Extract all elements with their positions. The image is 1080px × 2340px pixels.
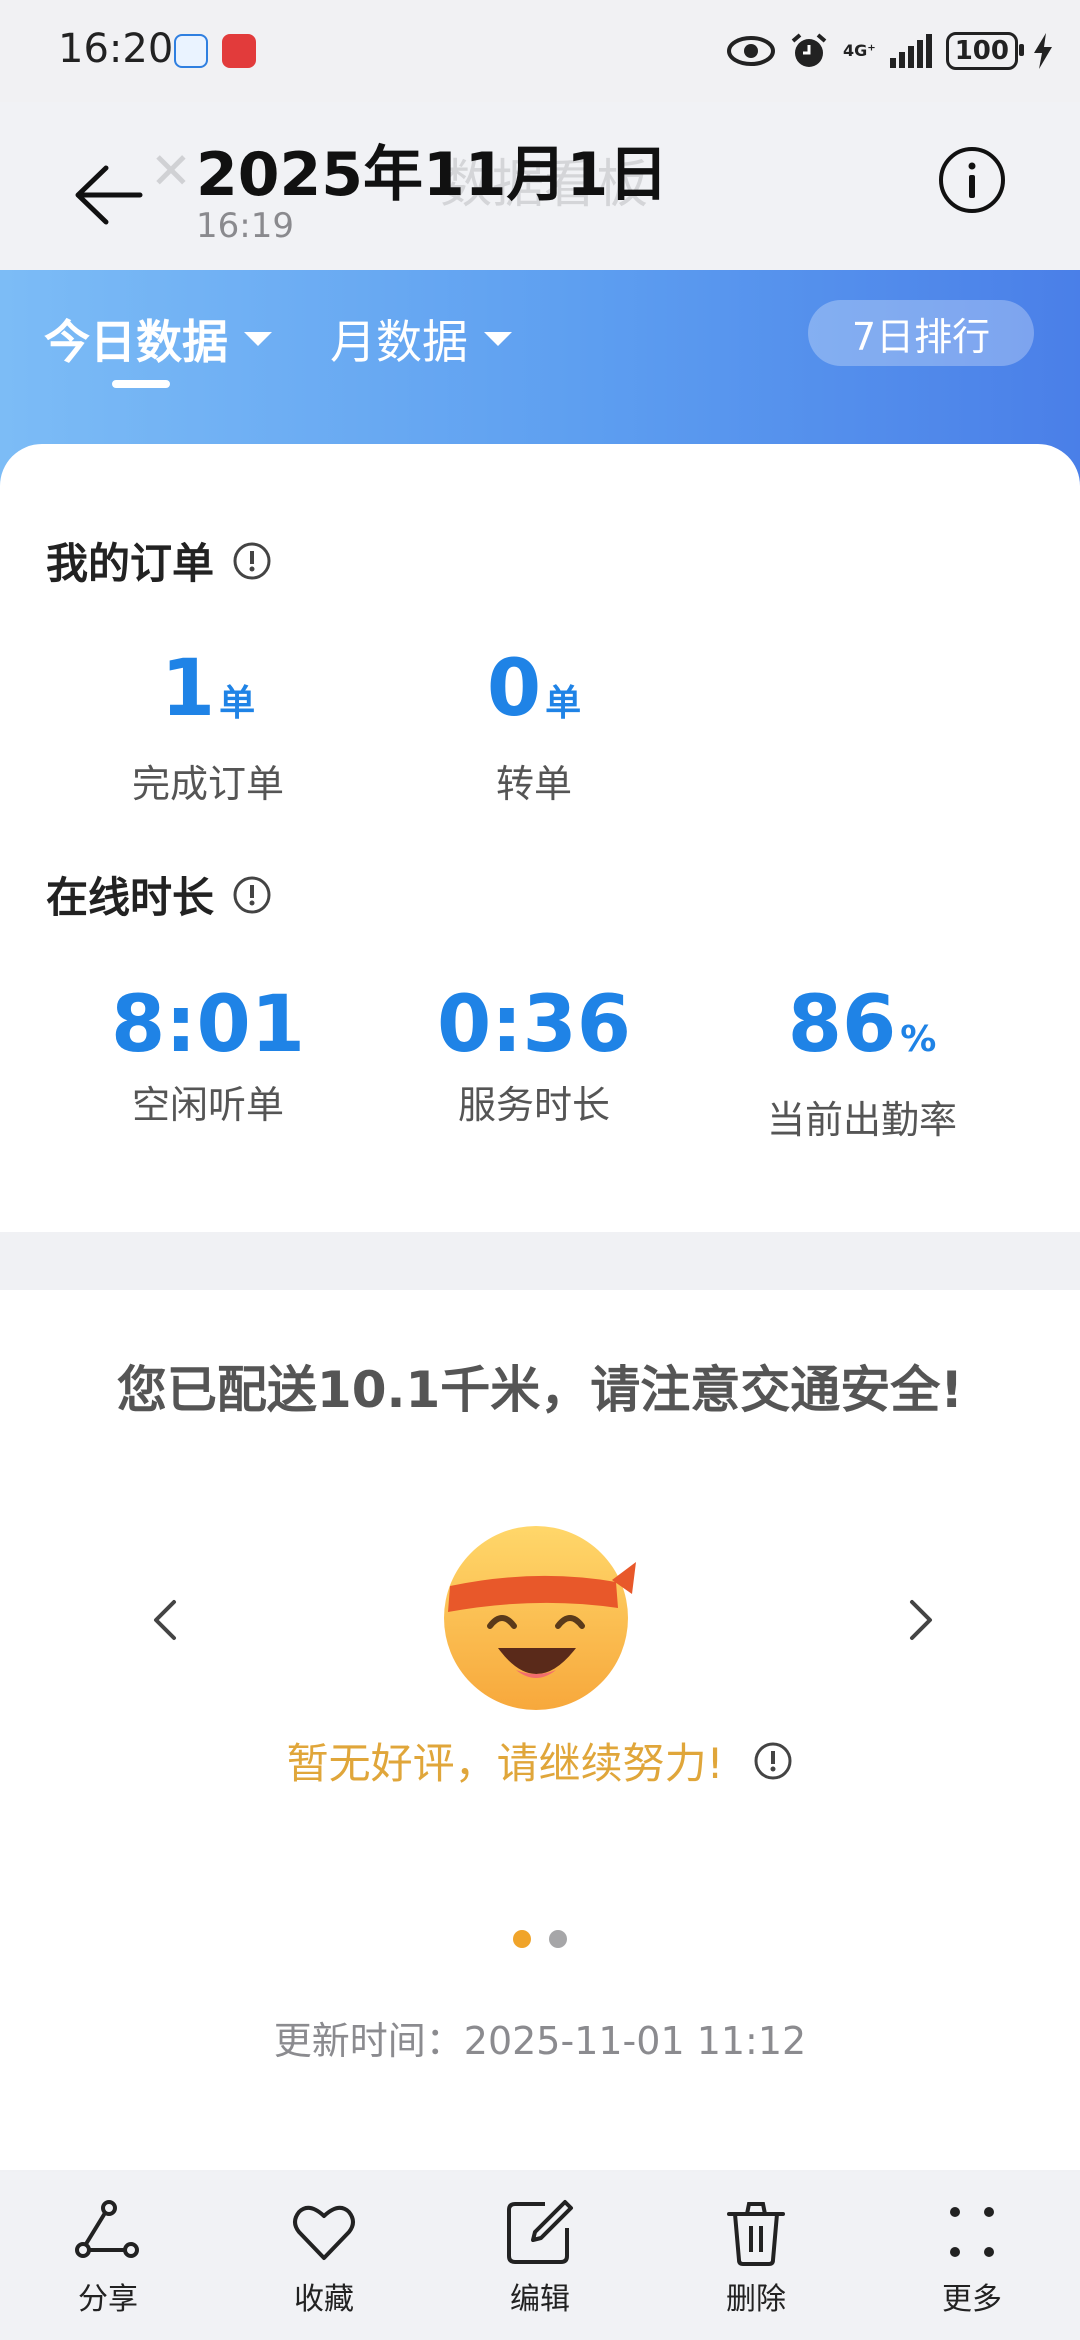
status-indicators: 4G⁺ 100 bbox=[727, 24, 1054, 78]
pagination-dot[interactable] bbox=[549, 1930, 567, 1948]
orders-section-title: 我的订单 bbox=[46, 530, 272, 591]
stat-label: 当前出勤率 bbox=[766, 1098, 957, 1142]
tab-month-label: 月数据 bbox=[330, 315, 468, 369]
stat-label: 完成订单 bbox=[131, 762, 284, 806]
tab-today-data[interactable]: 今日数据 bbox=[44, 306, 272, 372]
exclamation-info-icon[interactable] bbox=[232, 541, 272, 581]
no-review-text: 暂无好评，请继续努力! bbox=[286, 1739, 724, 1788]
stat-label: 空闲听单 bbox=[131, 1083, 284, 1127]
status-bar: 16:20 4G⁺ 100 bbox=[0, 0, 1080, 102]
stat-value: 0 bbox=[486, 644, 542, 734]
network-type: 4G⁺ bbox=[843, 41, 876, 60]
distance-message: 您已配送10.1千米，请注意交通安全! bbox=[116, 1361, 964, 1419]
active-tab-indicator bbox=[112, 380, 170, 388]
chevron-right-icon[interactable] bbox=[896, 1590, 946, 1650]
battery-indicator: 100 bbox=[945, 32, 1025, 70]
carousel-pagination bbox=[0, 1930, 1080, 1948]
stat-value: 1 bbox=[160, 644, 216, 734]
stat-unit: 单 bbox=[545, 683, 582, 724]
stat-idle-listening: 8:01 空闲听单 bbox=[58, 980, 358, 1129]
stat-transferred-orders: 0单 转单 bbox=[384, 644, 684, 808]
info-icon[interactable] bbox=[936, 144, 1008, 216]
stat-attendance-rate: 86% 当前出勤率 bbox=[712, 980, 1012, 1144]
stat-value: 8:01 bbox=[110, 980, 305, 1070]
trash-icon bbox=[727, 2202, 785, 2266]
tab-today-label: 今日数据 bbox=[44, 315, 228, 369]
back-arrow-icon[interactable] bbox=[58, 150, 158, 240]
more-button[interactable]: 更多 bbox=[864, 2172, 1080, 2340]
online-title: 在线时长 bbox=[46, 873, 215, 922]
stat-label: 服务时长 bbox=[457, 1083, 610, 1127]
page-subtitle-time: 16:19 bbox=[196, 206, 294, 246]
pagination-dot-active[interactable] bbox=[513, 1930, 531, 1948]
share-label: 分享 bbox=[78, 2282, 138, 2317]
stat-unit: % bbox=[900, 1019, 937, 1060]
page-title: 2025年11月1日 bbox=[196, 140, 669, 210]
smiling-face-headband-icon bbox=[444, 1526, 636, 1710]
alarm-icon bbox=[791, 33, 827, 67]
delivery-card: 您已配送10.1千米，请注意交通安全! 暂无好评，请继续努力! 更新时间：202… bbox=[0, 1290, 1080, 2170]
eye-icon bbox=[727, 36, 775, 66]
edit-button[interactable]: 编辑 bbox=[432, 2172, 648, 2340]
chevron-down-icon bbox=[244, 332, 272, 346]
huawei-app-icon bbox=[222, 34, 256, 68]
app-notification-icon bbox=[174, 34, 208, 68]
stats-card: 我的订单 1单 完成订单 0单 转单 在线时长 8:01 空闲听单 0:36 服… bbox=[0, 444, 1080, 1232]
update-time: 更新时间：2025-11-01 11:12 bbox=[273, 2019, 807, 2063]
seven-day-rank-button[interactable]: 7日排行 bbox=[808, 300, 1034, 366]
stat-unit: 单 bbox=[219, 683, 256, 724]
signal-icon bbox=[889, 34, 932, 68]
tab-month-data[interactable]: 月数据 bbox=[330, 306, 512, 372]
favorite-button[interactable]: 收藏 bbox=[216, 2172, 432, 2340]
no-review-row: 暂无好评，请继续努力! bbox=[0, 1730, 1080, 1791]
share-button[interactable]: 分享 bbox=[0, 2172, 216, 2340]
favorite-label: 收藏 bbox=[294, 2282, 354, 2317]
edit-icon bbox=[507, 2200, 573, 2264]
more-icon bbox=[950, 2207, 994, 2257]
stat-completed-orders: 1单 完成订单 bbox=[58, 644, 358, 808]
stat-label: 转单 bbox=[495, 762, 572, 806]
orders-title: 我的订单 bbox=[46, 539, 215, 588]
stat-service-duration: 0:36 服务时长 bbox=[384, 980, 684, 1129]
delete-label: 删除 bbox=[726, 2282, 786, 2317]
stat-value: 0:36 bbox=[436, 980, 631, 1070]
share-icon bbox=[75, 2200, 139, 2258]
online-section-title: 在线时长 bbox=[46, 864, 272, 925]
exclamation-info-icon[interactable] bbox=[232, 875, 272, 915]
exclamation-info-icon[interactable] bbox=[753, 1741, 793, 1781]
edit-label: 编辑 bbox=[510, 2282, 570, 2317]
more-label: 更多 bbox=[942, 2282, 1002, 2317]
title-bar: ✕ 数据看板 2025年11月1日 16:19 bbox=[0, 102, 1080, 270]
delete-button[interactable]: 删除 bbox=[648, 2172, 864, 2340]
chevron-left-icon[interactable] bbox=[140, 1590, 190, 1650]
stat-value: 86 bbox=[787, 980, 897, 1070]
chevron-down-icon bbox=[484, 332, 512, 346]
charging-icon bbox=[1034, 33, 1052, 69]
heart-icon bbox=[293, 2205, 355, 2260]
status-time: 16:20 bbox=[58, 26, 174, 72]
bottom-toolbar: 分享 收藏 编辑 删除 更多 bbox=[0, 2172, 1080, 2340]
